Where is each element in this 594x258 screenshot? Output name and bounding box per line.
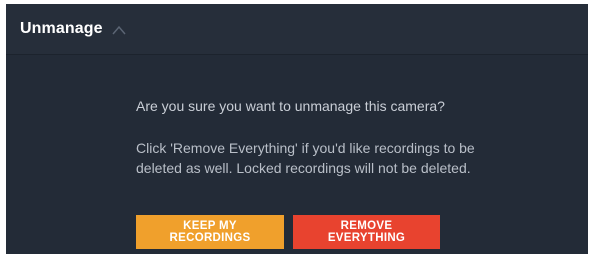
- keep-recordings-button[interactable]: KEEP MY RECORDINGS: [136, 215, 284, 249]
- confirmation-detail: Click 'Remove Everything' if you'd like …: [136, 140, 475, 176]
- confirmation-content: Are you sure you want to unmanage this c…: [136, 96, 476, 178]
- panel-title: Unmanage: [20, 20, 103, 37]
- panel-header: Unmanage: [6, 4, 588, 55]
- unmanage-toggle[interactable]: Unmanage: [20, 20, 127, 38]
- unmanage-panel: Unmanage Are you sure you want to unmana…: [6, 4, 588, 254]
- chevron-up-icon: [111, 23, 127, 35]
- confirmation-question: Are you sure you want to unmanage this c…: [136, 98, 445, 114]
- remove-everything-button[interactable]: REMOVE EVERYTHING: [293, 215, 440, 249]
